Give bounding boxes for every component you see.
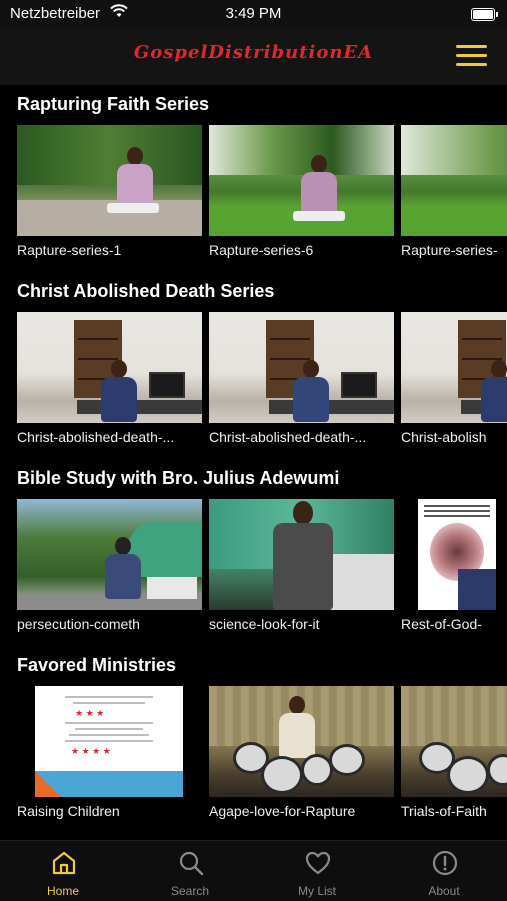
section-favored-ministries: Favored Ministries ★ ★ ★ ★ ★ ★ ★ Raising… <box>0 646 507 833</box>
video-title: Rapture-series- <box>401 242 498 258</box>
video-thumbnail[interactable] <box>209 499 394 610</box>
tab-label: Search <box>170 884 210 898</box>
video-thumbnail[interactable]: ★ ★ ★ ★ ★ ★ ★ <box>17 686 202 797</box>
video-thumbnail[interactable] <box>17 125 202 236</box>
battery-full-icon <box>471 8 498 21</box>
video-thumbnail[interactable] <box>401 125 507 236</box>
video-title: Raising Children <box>17 803 120 819</box>
bottom-tab-bar: Home Search My List About <box>0 840 507 901</box>
info-icon <box>432 850 458 876</box>
video-title: Christ-abolished-death-... <box>17 429 175 445</box>
section-title: Rapturing Faith Series <box>17 94 210 114</box>
video-title: persecution-cometh <box>17 616 140 632</box>
section-rapturing-faith: Rapturing Faith Series Rapture-series-1 <box>0 85 507 272</box>
video-thumbnail[interactable] <box>17 312 202 423</box>
tab-about[interactable]: About <box>381 841 507 901</box>
video-carousel[interactable]: ★ ★ ★ ★ ★ ★ ★ Raising Children Agape-lov… <box>17 686 507 826</box>
video-thumbnail[interactable] <box>401 312 507 423</box>
video-thumbnail[interactable] <box>209 125 394 236</box>
heart-icon <box>305 850 331 876</box>
video-thumbnail[interactable] <box>209 686 394 797</box>
video-title: Rapture-series-1 <box>17 242 122 258</box>
section-title: Favored Ministries <box>17 655 177 675</box>
video-thumbnail[interactable] <box>401 686 507 797</box>
video-thumbnail[interactable] <box>209 312 394 423</box>
video-thumbnail[interactable] <box>17 499 202 610</box>
home-icon <box>51 850 77 876</box>
section-christ-abolished-death: Christ Abolished Death Series Christ-abo… <box>0 272 507 459</box>
video-carousel[interactable]: Rapture-series-1 Rapture-series-6 Raptur… <box>17 125 507 265</box>
tab-label: My List <box>297 884 336 898</box>
video-title: Christ-abolish <box>401 429 487 445</box>
video-title: Agape-love-for-Rapture <box>209 803 356 819</box>
section-title: Bible Study with Bro. Julius Adewumi <box>17 468 340 488</box>
video-title: Trials-of-Faith <box>401 803 487 819</box>
app-header: GospelDistributionEA <box>0 30 507 85</box>
clock: 3:49 PM <box>225 5 282 22</box>
tab-search[interactable]: Search <box>127 841 253 901</box>
video-thumbnail[interactable] <box>401 499 507 610</box>
video-title: Christ-abolished-death-... <box>209 429 367 445</box>
video-title: science-look-for-it <box>209 616 320 632</box>
tab-home[interactable]: Home <box>0 841 126 901</box>
tab-label: Home <box>46 884 79 898</box>
tab-label: About <box>428 884 460 898</box>
section-title: Christ Abolished Death Series <box>17 281 275 301</box>
search-icon <box>178 850 204 876</box>
video-carousel[interactable]: persecution-cometh science-look-for-it R… <box>17 499 507 639</box>
status-bar: Netzbetreiber 3:49 PM <box>0 0 507 30</box>
section-bible-study: Bible Study with Bro. Julius Adewumi per… <box>0 459 507 646</box>
hamburger-menu-icon[interactable] <box>456 43 487 69</box>
app-logo: GospelDistributionEA <box>133 42 374 63</box>
home-feed[interactable]: Rapturing Faith Series Rapture-series-1 <box>0 85 507 840</box>
video-carousel[interactable]: Christ-abolished-death-... Christ-abolis… <box>17 312 507 452</box>
video-title: Rest-of-God- <box>401 616 482 632</box>
video-title: Rapture-series-6 <box>209 242 314 258</box>
tab-my-list[interactable]: My List <box>254 841 380 901</box>
